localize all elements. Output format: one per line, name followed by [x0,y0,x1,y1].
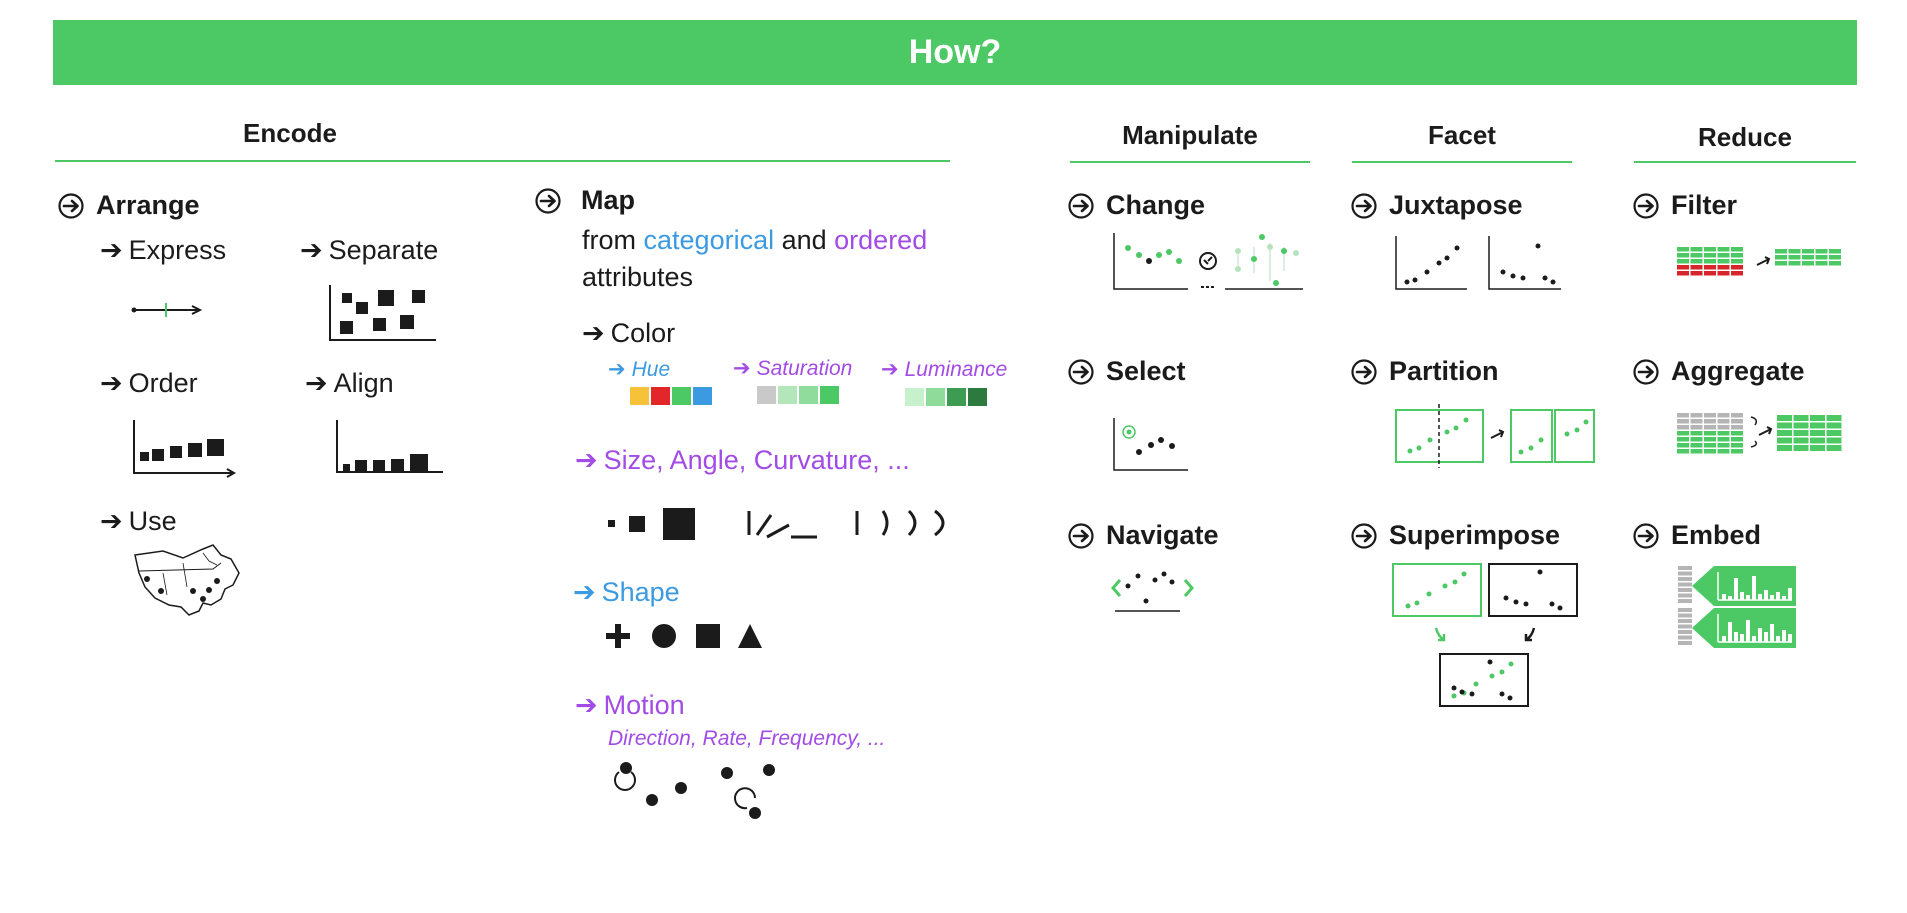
facet-divider [1352,161,1572,163]
section-change: Change [1068,190,1205,221]
section-aggregate: Aggregate [1633,356,1805,387]
arrow-right-icon: ➔ [575,690,598,720]
page-title-banner: How? [53,20,1857,85]
circled-arrow-icon [1068,522,1094,549]
arrow-right-icon: ➔ [305,368,328,398]
circled-arrow-icon [1633,522,1659,549]
circled-arrow-icon [535,187,561,214]
change-glyph [1113,233,1303,290]
color-saturation: ➔ Saturation [733,357,853,380]
reduce-divider [1634,161,1856,163]
categorical-label: categorical [643,225,775,255]
arrow-right-icon: ➔ [100,506,123,536]
arrow-right-icon: ➔ [573,577,596,607]
embed-glyph [1678,566,1796,648]
circled-arrow-icon [1633,192,1659,219]
color-swatch [820,386,839,404]
column-header-facet: Facet [1428,120,1496,150]
map-outline-glyph [134,544,240,616]
motion-glyphs [614,762,775,819]
separate-glyph [329,285,436,341]
circled-arrow-icon [1633,358,1659,385]
size-angle-curvature-glyphs [608,508,945,540]
circled-arrow-icon [1351,358,1377,385]
juxtapose-glyph [1395,236,1561,290]
saturation-swatches [757,386,839,404]
section-filter: Filter [1633,190,1737,221]
section-partition: Partition [1351,356,1499,387]
section-embed: Embed [1633,520,1761,551]
express-glyph [131,303,203,317]
map-description-line1: from categorical and ordered [582,225,928,255]
hue-swatches [630,387,712,405]
section-select: Select [1068,356,1186,387]
column-header-manipulate: Manipulate [1122,120,1258,150]
select-glyph [1113,418,1188,471]
order-glyph [133,420,237,478]
luminance-swatches [905,388,987,406]
superimpose-glyph [1392,563,1578,707]
navigate-glyph [1111,571,1194,612]
section-arrange-label: Arrange [96,190,200,220]
shape-glyphs [606,624,762,648]
map-description-line2: attributes [582,262,694,292]
section-juxtapose: Juxtapose [1351,190,1523,221]
section-arrange: Arrange [58,190,200,221]
aggregate-glyph [1677,413,1842,454]
map-color: ➔ Color [582,318,676,348]
color-swatch [905,388,924,406]
circled-arrow-icon [1068,192,1094,219]
motion-subtitle: Direction, Rate, Frequency, ... [608,727,886,750]
arrange-express: ➔ Express [100,235,227,265]
color-swatch [693,387,712,405]
circled-arrow-icon [1351,522,1377,549]
color-swatch [968,388,987,406]
color-swatch [778,386,797,404]
arrange-order: ➔ Order [100,368,198,398]
partition-glyph [1395,404,1595,468]
section-navigate: Navigate [1068,520,1219,551]
map-size-angle-curvature: ➔ Size, Angle, Curvature, ... [575,445,910,475]
manipulate-divider [1070,161,1310,163]
section-map: Map [535,185,635,216]
align-glyph [336,420,443,473]
map-shape: ➔ Shape [573,577,680,607]
circled-arrow-icon [1068,358,1094,385]
arrow-right-icon: ➔ [100,235,123,265]
column-header-reduce: Reduce [1698,122,1792,152]
arrow-right-icon: ➔ [733,357,751,380]
color-luminance: ➔ Luminance [881,358,1008,381]
arrow-right-icon: ➔ [300,235,323,265]
arrow-right-icon: ➔ [608,358,626,381]
color-swatch [947,388,966,406]
arrange-align: ➔ Align [305,368,394,398]
color-swatch [757,386,776,404]
color-swatch [651,387,670,405]
arrow-right-icon: ➔ [881,358,899,381]
encode-divider [55,160,950,162]
arrow-right-icon: ➔ [582,318,605,348]
arrange-use: ➔ Use [100,506,177,536]
circled-arrow-icon [1351,192,1377,219]
color-swatch [672,387,691,405]
color-swatch [630,387,649,405]
arrow-right-icon: ➔ [575,445,598,475]
arrow-right-icon: ➔ [100,368,123,398]
circled-arrow-icon [58,192,84,219]
color-swatch [799,386,818,404]
color-hue: ➔ Hue [608,358,671,381]
filter-glyph [1677,247,1841,276]
section-superimpose: Superimpose [1351,520,1560,551]
map-motion: ➔ Motion [575,690,685,720]
arrange-separate: ➔ Separate [300,235,439,265]
color-swatch [926,388,945,406]
column-header-encode: Encode [243,118,337,148]
ordered-label: ordered [834,225,928,255]
